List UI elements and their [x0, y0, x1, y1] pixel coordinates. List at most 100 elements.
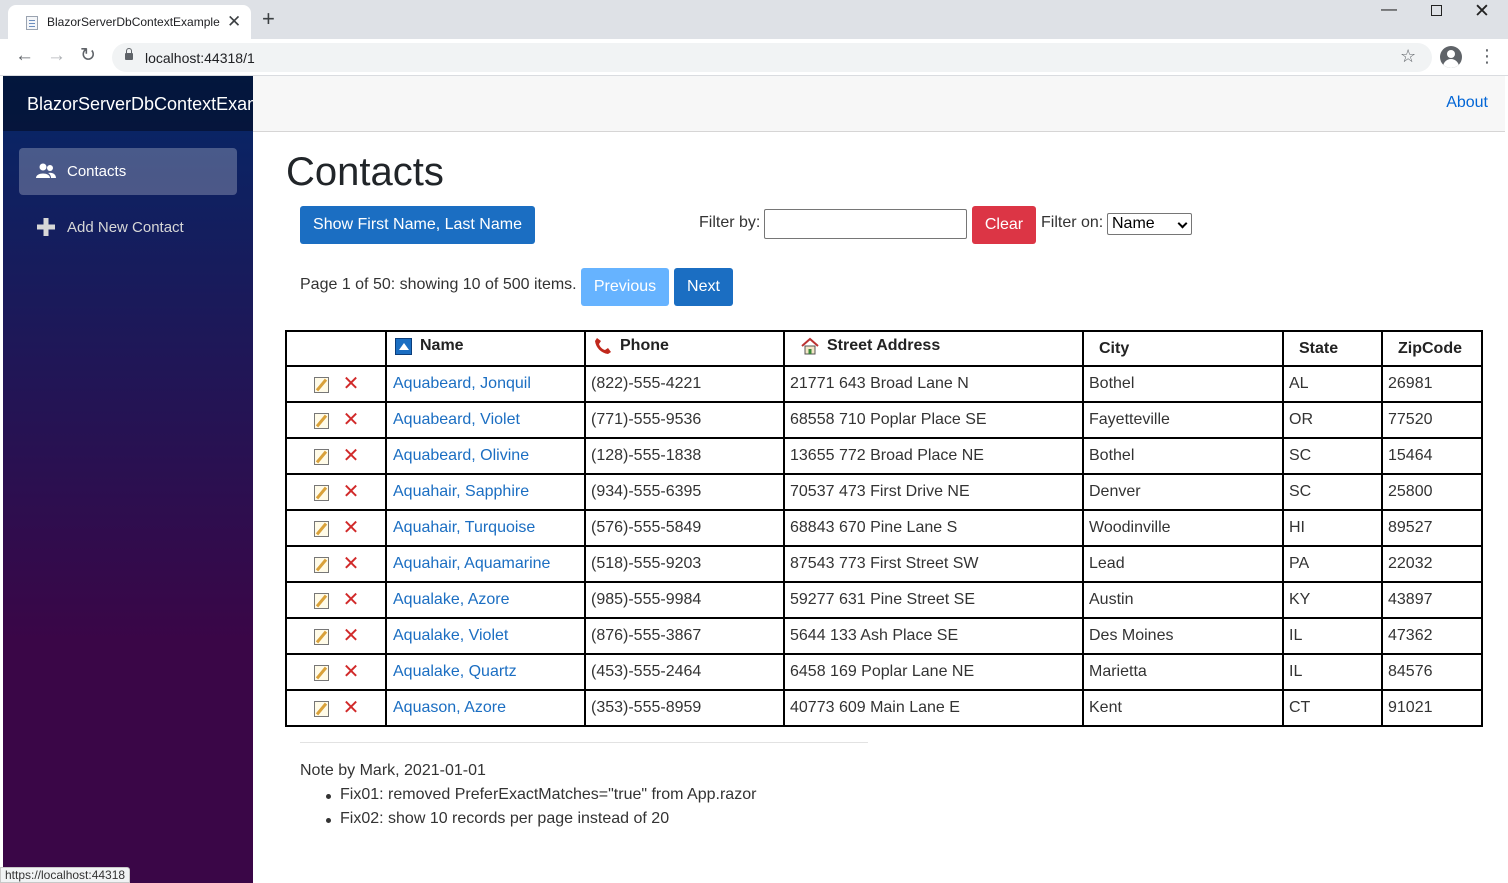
browser-menu-icon[interactable]: ⋮: [1478, 46, 1496, 66]
edit-icon[interactable]: [313, 519, 330, 538]
table-row: ✕ Aqualake, Azore (985)-555-9984 59277 6…: [285, 581, 1483, 619]
sort-ascending-icon[interactable]: [395, 337, 412, 355]
new-tab-icon[interactable]: +: [262, 8, 275, 30]
edit-icon[interactable]: [313, 555, 330, 574]
column-header-phone[interactable]: Phone: [584, 330, 785, 367]
cell-zip: 47362: [1381, 617, 1483, 655]
contact-name-link[interactable]: Aquason, Azore: [392, 699, 506, 717]
contact-name-link[interactable]: Aquabeard, Violet: [392, 411, 520, 429]
show-first-last-name-button[interactable]: Show First Name, Last Name: [300, 206, 535, 244]
cell-city: Lead: [1082, 545, 1284, 583]
brand-title[interactable]: BlazorServerDbContextExample: [27, 94, 253, 115]
browser-tab[interactable]: BlazorServerDbContextExample ✕: [8, 5, 251, 39]
edit-icon[interactable]: [313, 411, 330, 430]
cell-state: KY: [1282, 581, 1383, 619]
table-header-row: Name Phone Street Address City State Zip…: [285, 330, 1483, 367]
column-header-label[interactable]: State: [1299, 340, 1338, 357]
delete-icon[interactable]: ✕: [343, 518, 360, 538]
filter-by-label: Filter by:: [699, 214, 761, 231]
forward-icon[interactable]: →: [47, 45, 66, 67]
window-close-icon[interactable]: ✕: [1474, 0, 1490, 23]
column-header-label[interactable]: Phone: [620, 337, 669, 355]
cell-state: SC: [1282, 473, 1383, 511]
back-icon[interactable]: ←: [15, 45, 34, 67]
cell-state: IL: [1282, 617, 1383, 655]
delete-icon[interactable]: ✕: [343, 482, 360, 502]
delete-icon[interactable]: ✕: [343, 590, 360, 610]
reload-icon[interactable]: ↻: [80, 45, 96, 67]
column-header-label[interactable]: ZipCode: [1398, 340, 1462, 357]
cell-state: HI: [1282, 509, 1383, 547]
sidebar: BlazorServerDbContextExample Contacts Ad…: [3, 76, 253, 883]
edit-icon[interactable]: [313, 375, 330, 394]
filter-on-select[interactable]: Name: [1107, 213, 1192, 235]
column-header-street-address[interactable]: Street Address: [783, 330, 1084, 367]
cell-city: Marietta: [1082, 653, 1284, 691]
cell-city: Bothel: [1082, 365, 1284, 403]
cell-name: Aquabeard, Olivine: [385, 437, 586, 475]
edit-icon[interactable]: [313, 447, 330, 466]
column-header-zipcode[interactable]: ZipCode: [1381, 330, 1483, 367]
cell-city: Fayetteville: [1082, 401, 1284, 439]
maximize-icon[interactable]: [1431, 5, 1442, 16]
cell-street: 59277 631 Pine Street SE: [783, 581, 1084, 619]
address-bar[interactable]: localhost:44318/1 ☆: [112, 43, 1432, 72]
bookmark-star-icon[interactable]: ☆: [1400, 46, 1416, 67]
cell-name: Aquahair, Sapphire: [385, 473, 586, 511]
page-favicon-icon: [26, 16, 38, 30]
filter-input[interactable]: [764, 209, 967, 239]
column-header-label[interactable]: Name: [420, 337, 464, 355]
close-tab-icon[interactable]: ✕: [227, 12, 241, 32]
table-body: ✕ Aquabeard, Jonquil (822)-555-4221 2177…: [285, 365, 1483, 727]
edit-icon[interactable]: [313, 483, 330, 502]
delete-icon[interactable]: ✕: [343, 554, 360, 574]
delete-icon[interactable]: ✕: [343, 446, 360, 466]
about-link[interactable]: About: [1446, 94, 1488, 112]
column-header-city[interactable]: City: [1082, 330, 1284, 367]
column-header-label[interactable]: Street Address: [827, 337, 940, 355]
cell-name: Aquabeard, Violet: [385, 401, 586, 439]
cell-street: 68558 710 Poplar Place SE: [783, 401, 1084, 439]
contact-name-link[interactable]: Aqualake, Azore: [392, 591, 510, 609]
cell-phone: (353)-555-8959: [584, 689, 785, 727]
column-header-state[interactable]: State: [1282, 330, 1383, 367]
contact-name-link[interactable]: Aquahair, Sapphire: [392, 483, 529, 501]
cell-phone: (128)-555-1838: [584, 437, 785, 475]
contact-name-link[interactable]: Aquabeard, Olivine: [392, 447, 529, 465]
previous-button[interactable]: Previous: [581, 268, 669, 306]
table-row: ✕ Aquabeard, Jonquil (822)-555-4221 2177…: [285, 365, 1483, 403]
note-item: Fix02: show 10 records per page instead …: [325, 810, 756, 834]
cell-phone: (822)-555-4221: [584, 365, 785, 403]
note-item: Fix01: removed PreferExactMatches="true"…: [325, 786, 756, 810]
delete-icon[interactable]: ✕: [343, 662, 360, 682]
minimize-icon[interactable]: —: [1381, 1, 1397, 19]
cell-street: 13655 772 Broad Place NE: [783, 437, 1084, 475]
column-header-label[interactable]: City: [1099, 340, 1129, 357]
delete-icon[interactable]: ✕: [343, 698, 360, 718]
cell-phone: (576)-555-5849: [584, 509, 785, 547]
edit-icon[interactable]: [313, 627, 330, 646]
contact-name-link[interactable]: Aquabeard, Jonquil: [392, 375, 531, 393]
delete-icon[interactable]: ✕: [343, 410, 360, 430]
edit-icon[interactable]: [313, 591, 330, 610]
next-button[interactable]: Next: [674, 268, 733, 306]
edit-icon[interactable]: [313, 663, 330, 682]
sidebar-item-contacts[interactable]: Contacts: [19, 148, 237, 195]
sidebar-item-label: Add New Contact: [67, 219, 184, 236]
clear-button[interactable]: Clear: [972, 206, 1036, 244]
contact-name-link[interactable]: Aqualake, Quartz: [392, 663, 517, 681]
sidebar-item-add-new-contact[interactable]: Add New Contact: [19, 204, 237, 251]
people-icon: [36, 163, 56, 178]
table-row: ✕ Aquabeard, Violet (771)-555-9536 68558…: [285, 401, 1483, 439]
contact-name-link[interactable]: Aquahair, Aquamarine: [392, 555, 550, 573]
contact-name-link[interactable]: Aquahair, Turquoise: [392, 519, 535, 537]
delete-icon[interactable]: ✕: [343, 626, 360, 646]
column-header-name[interactable]: Name: [385, 330, 586, 367]
edit-icon[interactable]: [313, 699, 330, 718]
delete-icon[interactable]: ✕: [343, 374, 360, 394]
contact-name-link[interactable]: Aqualake, Violet: [392, 627, 508, 645]
profile-avatar-icon[interactable]: [1440, 46, 1462, 68]
navbar-brand[interactable]: BlazorServerDbContextExample: [3, 76, 253, 131]
url-text[interactable]: localhost:44318/1: [145, 50, 255, 66]
cell-zip: 15464: [1381, 437, 1483, 475]
